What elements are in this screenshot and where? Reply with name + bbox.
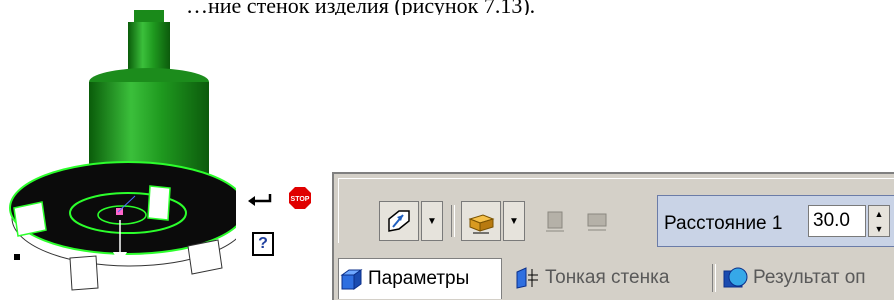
disabled-tool-button-1[interactable]	[535, 201, 575, 241]
tab-result[interactable]: Результат оп	[722, 258, 866, 298]
thin-wall-tab-icon	[516, 267, 538, 289]
confirm-button[interactable]	[248, 188, 272, 212]
thickness-mode-icon	[468, 214, 495, 234]
mode-dropdown[interactable]: ▼	[503, 201, 525, 241]
spin-up-icon[interactable]: ▲	[869, 206, 889, 221]
enter-arrow-icon	[248, 194, 272, 206]
distance-label: Расстояние 1	[664, 213, 783, 234]
tab-thin-wall-label: Тонкая стенка	[545, 267, 670, 288]
caption-text: …ние стенок изделия (рисунок 7.13).	[186, 0, 536, 15]
thickness-both-icon	[587, 213, 607, 231]
chevron-down-icon: ▼	[427, 215, 437, 227]
toolbar-separator	[451, 205, 455, 237]
stop-icon: STOP	[289, 187, 311, 209]
flange-top	[9, 161, 240, 255]
help-icon: ?	[258, 235, 268, 252]
tab-bar: Параметры Тонкая стенка Результат оп	[336, 252, 894, 300]
toolbar-panel: ▼ ▼ Расстояние 1 30.0 ▲ ▼ Параметры Тонк…	[332, 172, 894, 300]
spin-down-icon[interactable]: ▼	[869, 221, 889, 236]
tab-parameters[interactable]: Параметры	[338, 258, 502, 299]
help-button[interactable]: ?	[252, 232, 274, 256]
tab-parameters-label: Параметры	[368, 268, 470, 289]
tab-thin-wall[interactable]: Тонкая стенка	[514, 258, 669, 298]
tab-result-label: Результат оп	[753, 267, 866, 288]
distance-spinner[interactable]: ▲ ▼	[868, 205, 890, 237]
parameters-tab-icon	[340, 269, 363, 290]
tab-separator	[712, 264, 716, 292]
direction-icon	[388, 210, 410, 232]
chevron-down-icon: ▼	[509, 215, 519, 227]
mode-button[interactable]	[461, 201, 501, 241]
stop-button[interactable]: STOP	[288, 186, 312, 210]
distance-input[interactable]: 30.0	[808, 205, 866, 237]
direction-button[interactable]	[379, 201, 419, 241]
svg-text:STOP: STOP	[291, 196, 310, 203]
toolbar: ▼ ▼ Расстояние 1 30.0 ▲ ▼	[338, 178, 894, 247]
shaft-cap	[134, 10, 164, 22]
disabled-tool-button-2[interactable]	[577, 201, 617, 241]
thickness-icon	[546, 211, 564, 232]
direction-dropdown[interactable]: ▼	[421, 201, 443, 241]
distance-parameter: Расстояние 1 30.0 ▲ ▼	[657, 195, 894, 247]
result-tab-icon	[723, 267, 748, 288]
3d-model-view	[9, 10, 240, 291]
